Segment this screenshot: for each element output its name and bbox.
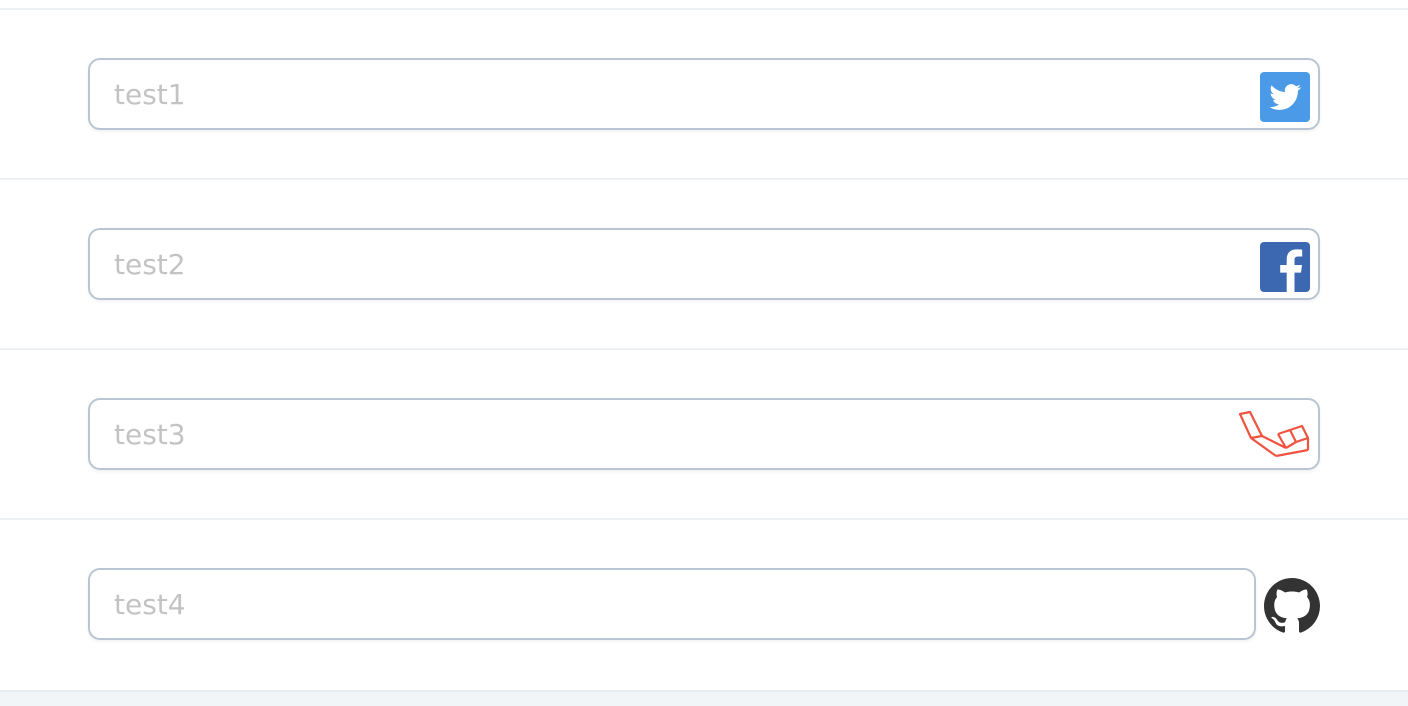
twitter-row: [0, 10, 1408, 180]
github-field: [88, 568, 1320, 640]
laravel-icon: [1238, 410, 1310, 458]
twitter-input[interactable]: [88, 58, 1320, 130]
twitter-icon: [1260, 72, 1310, 122]
laravel-input[interactable]: [88, 398, 1320, 470]
github-input[interactable]: [88, 568, 1256, 640]
twitter-field: [88, 58, 1320, 130]
facebook-field: [88, 228, 1320, 300]
github-row: [0, 520, 1408, 690]
github-icon: [1264, 578, 1320, 633]
laravel-field: [88, 398, 1320, 470]
facebook-row: [0, 180, 1408, 350]
facebook-input[interactable]: [88, 228, 1320, 300]
bottom-strip: [0, 690, 1408, 706]
social-links-form: [0, 0, 1408, 706]
laravel-row: [0, 350, 1408, 520]
facebook-icon: [1260, 242, 1310, 292]
